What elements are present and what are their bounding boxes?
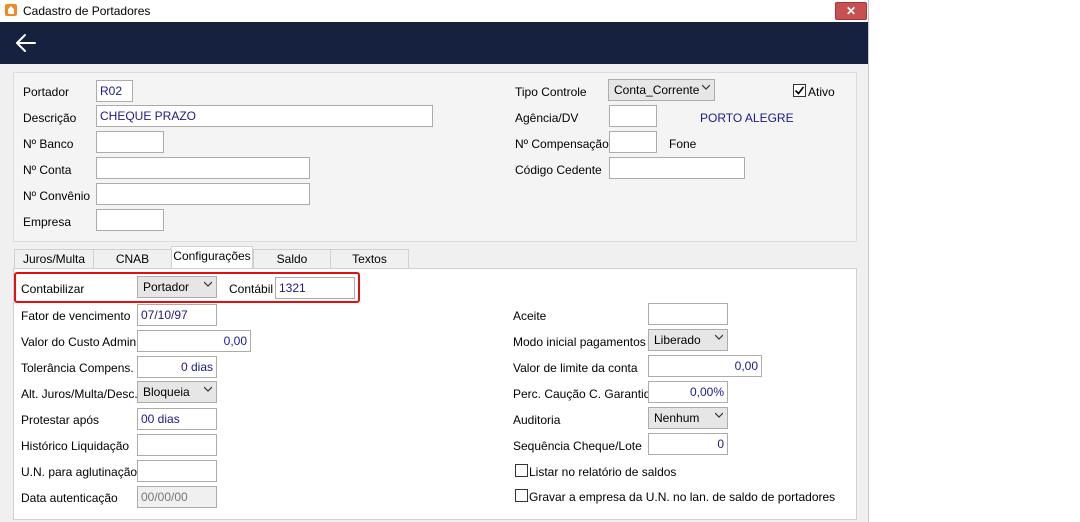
contabil-label: Contábil bbox=[229, 282, 274, 296]
data-autenticacao-label: Data autenticação bbox=[21, 491, 118, 505]
ativo-label: Ativo bbox=[808, 85, 835, 99]
data-autenticacao-input: 00/00/00 bbox=[137, 486, 217, 508]
nconvenio-label: Nº Convênio bbox=[23, 189, 91, 203]
portador-input[interactable]: R02 bbox=[96, 80, 133, 102]
listar-checkbox[interactable] bbox=[515, 464, 528, 477]
empresa-input[interactable] bbox=[96, 209, 164, 231]
descricao-label: Descrição bbox=[23, 111, 77, 125]
alt-juros-value: Bloqueia bbox=[143, 385, 190, 399]
gravar-label: Gravar a empresa da U.N. no lan. de sald… bbox=[529, 490, 836, 504]
sequencia-input[interactable]: 0 bbox=[648, 433, 728, 455]
codigo-cedente-input[interactable] bbox=[609, 157, 745, 179]
contabilizar-label: Contabilizar bbox=[21, 282, 85, 296]
nbanco-label: Nº Banco bbox=[23, 137, 74, 151]
modo-select[interactable]: Liberado bbox=[648, 329, 728, 351]
empresa-label: Empresa bbox=[23, 215, 72, 229]
cidade-text: PORTO ALEGRE bbox=[700, 111, 794, 125]
chevron-down-icon bbox=[715, 412, 723, 418]
nbanco-input[interactable] bbox=[96, 131, 164, 153]
un-label: U.N. para aglutinação bbox=[21, 465, 138, 479]
descricao-input[interactable]: CHEQUE PRAZO bbox=[96, 105, 433, 127]
contabil-input[interactable]: 1321 bbox=[275, 277, 355, 299]
title-bar: Cadastro de Portadores ✕ bbox=[0, 0, 868, 22]
aceite-input[interactable] bbox=[648, 303, 728, 325]
codigo-cedente-label: Código Cedente bbox=[515, 163, 602, 177]
tolerancia-input[interactable]: 0 dias bbox=[137, 356, 217, 378]
modo-value: Liberado bbox=[654, 333, 701, 347]
tab-configuracoes[interactable]: Configurações bbox=[171, 246, 253, 268]
fator-label: Fator de vencimento bbox=[21, 309, 131, 323]
sequencia-label: Sequência Cheque/Lote bbox=[513, 439, 642, 453]
app-home-icon bbox=[5, 4, 17, 16]
portadores-window: Cadastro de Portadores ✕ Portador R02 De… bbox=[0, 0, 869, 522]
tipo-controle-label: Tipo Controle bbox=[515, 85, 587, 99]
gravar-checkbox[interactable] bbox=[515, 489, 528, 502]
alt-juros-select[interactable]: Bloqueia bbox=[137, 381, 217, 403]
auditoria-value: Nenhum bbox=[654, 411, 700, 425]
historico-input[interactable] bbox=[137, 434, 217, 456]
back-arrow-icon[interactable] bbox=[14, 31, 38, 55]
un-input[interactable] bbox=[137, 460, 217, 482]
limite-input[interactable]: 0,00 bbox=[648, 355, 762, 377]
tolerancia-label: Tolerância Compens. bbox=[21, 361, 134, 375]
tab-saldo[interactable]: Saldo bbox=[253, 249, 331, 268]
agencia-input[interactable] bbox=[609, 105, 657, 127]
fator-input[interactable]: 07/10/97 bbox=[137, 304, 217, 326]
chevron-down-icon bbox=[204, 281, 212, 287]
nconta-input[interactable] bbox=[96, 157, 310, 179]
agencia-label: Agência/DV bbox=[515, 111, 579, 125]
chevron-down-icon bbox=[715, 334, 723, 340]
ncompensacao-label: Nº Compensação bbox=[515, 137, 609, 151]
tab-textos[interactable]: Textos bbox=[330, 249, 409, 268]
custo-input[interactable]: 0,00 bbox=[137, 330, 251, 352]
close-button[interactable]: ✕ bbox=[835, 2, 867, 20]
chevron-down-icon bbox=[204, 386, 212, 392]
checkmark-icon bbox=[794, 86, 805, 95]
listar-label: Listar no relatório de saldos bbox=[529, 465, 677, 479]
auditoria-label: Auditoria bbox=[513, 413, 561, 427]
modo-label: Modo inicial pagamentos bbox=[513, 335, 646, 349]
auditoria-select[interactable]: Nenhum bbox=[648, 407, 728, 429]
alt-juros-label: Alt. Juros/Multa/Desc. bbox=[21, 387, 138, 401]
window-title: Cadastro de Portadores bbox=[23, 4, 151, 18]
ativo-checkbox[interactable] bbox=[793, 84, 806, 97]
nconvenio-input[interactable] bbox=[96, 183, 310, 205]
contabilizar-select[interactable]: Portador bbox=[137, 276, 217, 298]
contabilizar-value: Portador bbox=[143, 280, 190, 294]
tab-cnab[interactable]: CNAB bbox=[93, 249, 172, 268]
nconta-label: Nº Conta bbox=[23, 163, 72, 177]
ncompensacao-input[interactable] bbox=[609, 131, 657, 153]
custo-label: Valor do Custo Admin. bbox=[21, 335, 140, 349]
aceite-label: Aceite bbox=[513, 309, 547, 323]
tipo-controle-select[interactable]: Conta_Corrente bbox=[608, 79, 715, 101]
nav-bar bbox=[0, 22, 868, 64]
caucao-input[interactable]: 0,00% bbox=[648, 381, 728, 403]
caucao-label: Perc. Caução C. Garantida bbox=[513, 387, 658, 401]
limite-label: Valor de limite da conta bbox=[513, 361, 638, 375]
tab-strip: Juros/Multa CNAB Configurações Saldo Tex… bbox=[13, 246, 857, 268]
protestar-label: Protestar após bbox=[21, 413, 100, 427]
fone-label: Fone bbox=[669, 137, 697, 151]
historico-label: Histórico Liquidação bbox=[21, 439, 130, 453]
tipo-controle-value: Conta_Corrente bbox=[614, 83, 700, 97]
protestar-input[interactable]: 00 dias bbox=[137, 408, 217, 430]
tab-juros-multa[interactable]: Juros/Multa bbox=[14, 249, 94, 268]
portador-label: Portador bbox=[23, 85, 70, 99]
chevron-down-icon bbox=[702, 84, 710, 90]
